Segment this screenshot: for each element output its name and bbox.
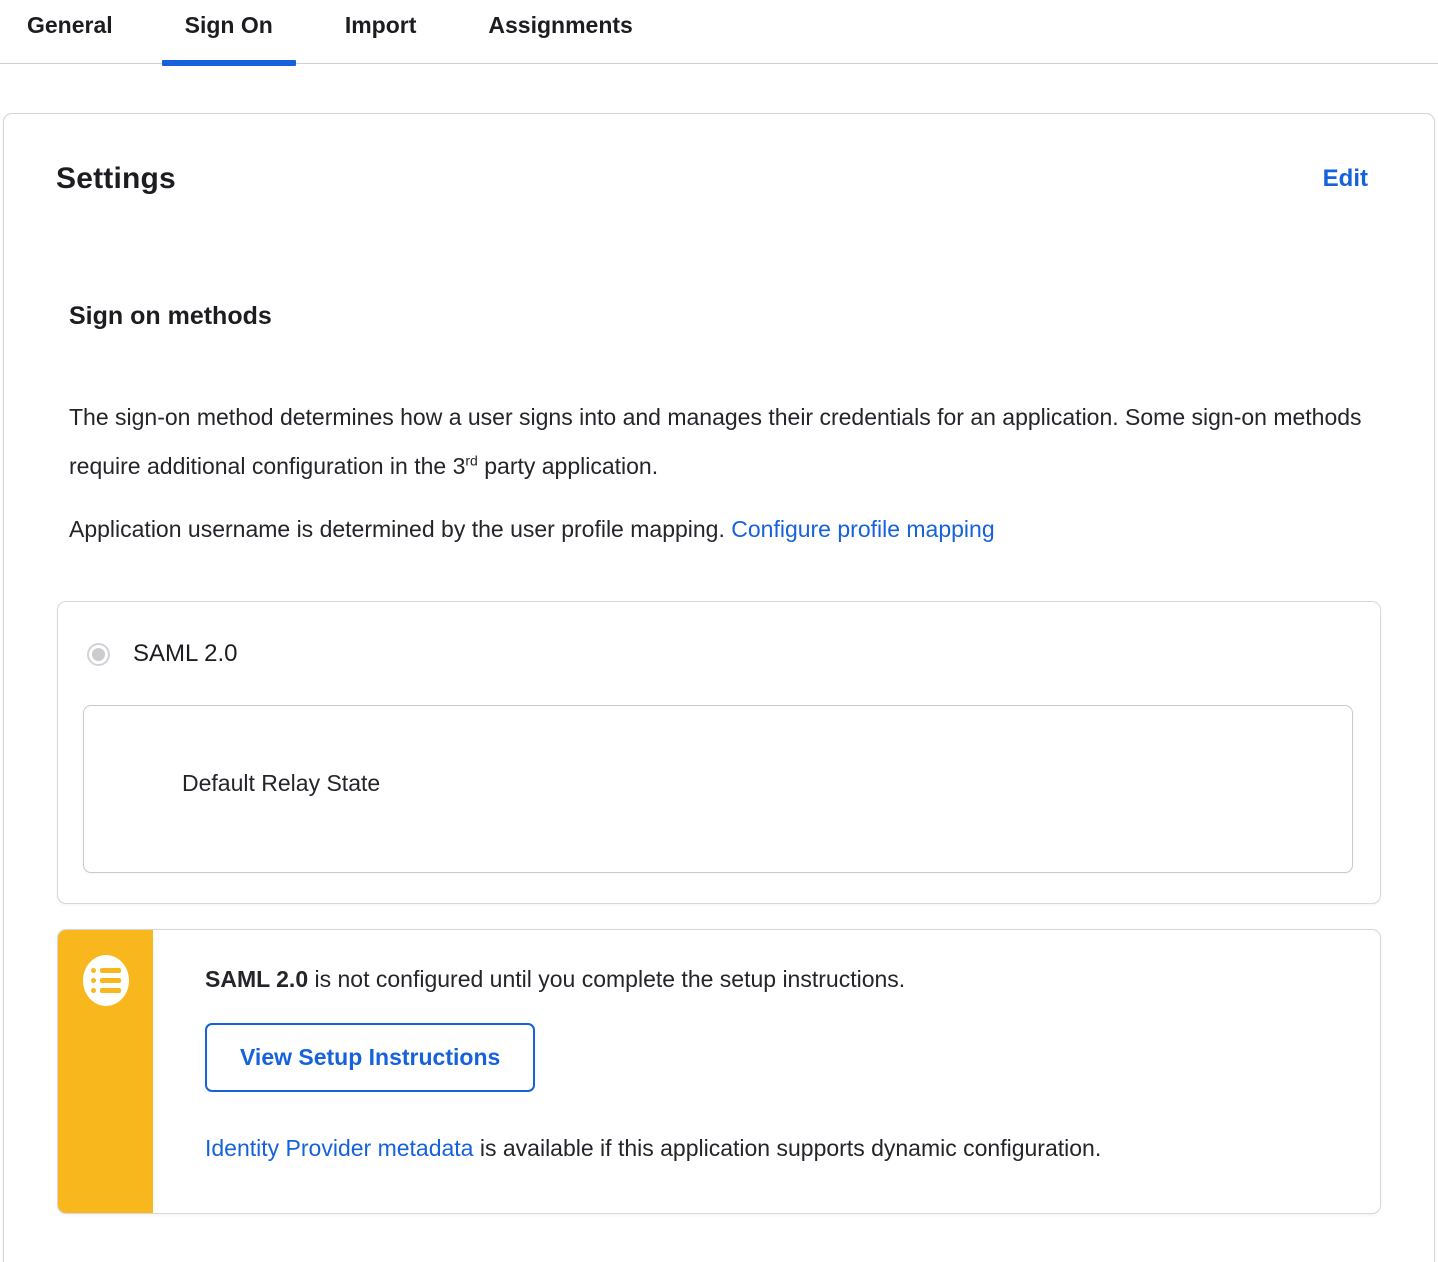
saml-radio-row: SAML 2.0 xyxy=(83,640,1353,668)
sign-on-methods-section: Sign on methods The sign-on method deter… xyxy=(57,302,1381,1214)
settings-card-header: Settings Edit xyxy=(56,162,1368,196)
callout-message-bold: SAML 2.0 xyxy=(205,966,309,992)
callout-content: SAML 2.0 is not configured until you com… xyxy=(153,930,1380,1213)
metadata-line: Identity Provider metadata is available … xyxy=(205,1135,1340,1162)
callout-message-rest: is not configured until you complete the… xyxy=(308,966,906,992)
radio-dot-icon xyxy=(92,647,105,661)
metadata-line-rest: is available if this application support… xyxy=(473,1135,1102,1161)
tab-assignments[interactable]: Assignments xyxy=(465,12,655,63)
saml-radio-button[interactable] xyxy=(87,642,110,666)
app-tabbar: General Sign On Import Assignments xyxy=(0,0,1438,66)
username-note-text: Application username is determined by th… xyxy=(69,516,732,542)
username-note: Application username is determined by th… xyxy=(69,514,1368,544)
list-icon-row xyxy=(90,988,121,993)
settings-card: Settings Edit Sign on methods The sign-o… xyxy=(3,113,1435,1262)
callout-yellow-bar xyxy=(58,930,153,1213)
default-relay-state-label: Default Relay State xyxy=(182,770,381,796)
view-setup-instructions-button[interactable]: View Setup Instructions xyxy=(205,1023,536,1092)
edit-link[interactable]: Edit xyxy=(1323,165,1368,193)
default-relay-state-box: Default Relay State xyxy=(83,705,1353,873)
tab-import[interactable]: Import xyxy=(322,12,440,63)
page-title: Settings xyxy=(56,162,176,195)
list-icon xyxy=(82,955,129,1006)
description-text-tail: party application. xyxy=(477,453,659,479)
configure-profile-mapping-link[interactable]: Configure profile mapping xyxy=(731,516,994,542)
sign-on-method-description: The sign-on method determines how a user… xyxy=(69,393,1368,491)
setup-warning-callout: SAML 2.0 is not configured until you com… xyxy=(57,929,1381,1214)
list-icon-row xyxy=(90,978,121,983)
sign-on-methods-heading: Sign on methods xyxy=(69,302,272,330)
tab-general[interactable]: General xyxy=(4,12,136,63)
tab-sign-on[interactable]: Sign On xyxy=(161,12,297,66)
description-text: The sign-on method determines how a user… xyxy=(69,404,1362,479)
saml-method-box: SAML 2.0 Default Relay State xyxy=(57,601,1381,904)
callout-message: SAML 2.0 is not configured until you com… xyxy=(205,963,1340,995)
identity-provider-metadata-link[interactable]: Identity Provider metadata xyxy=(205,1135,473,1161)
saml-radio-label: SAML 2.0 xyxy=(133,640,238,667)
list-icon-row xyxy=(90,968,121,973)
description-superscript: rd xyxy=(465,452,478,469)
